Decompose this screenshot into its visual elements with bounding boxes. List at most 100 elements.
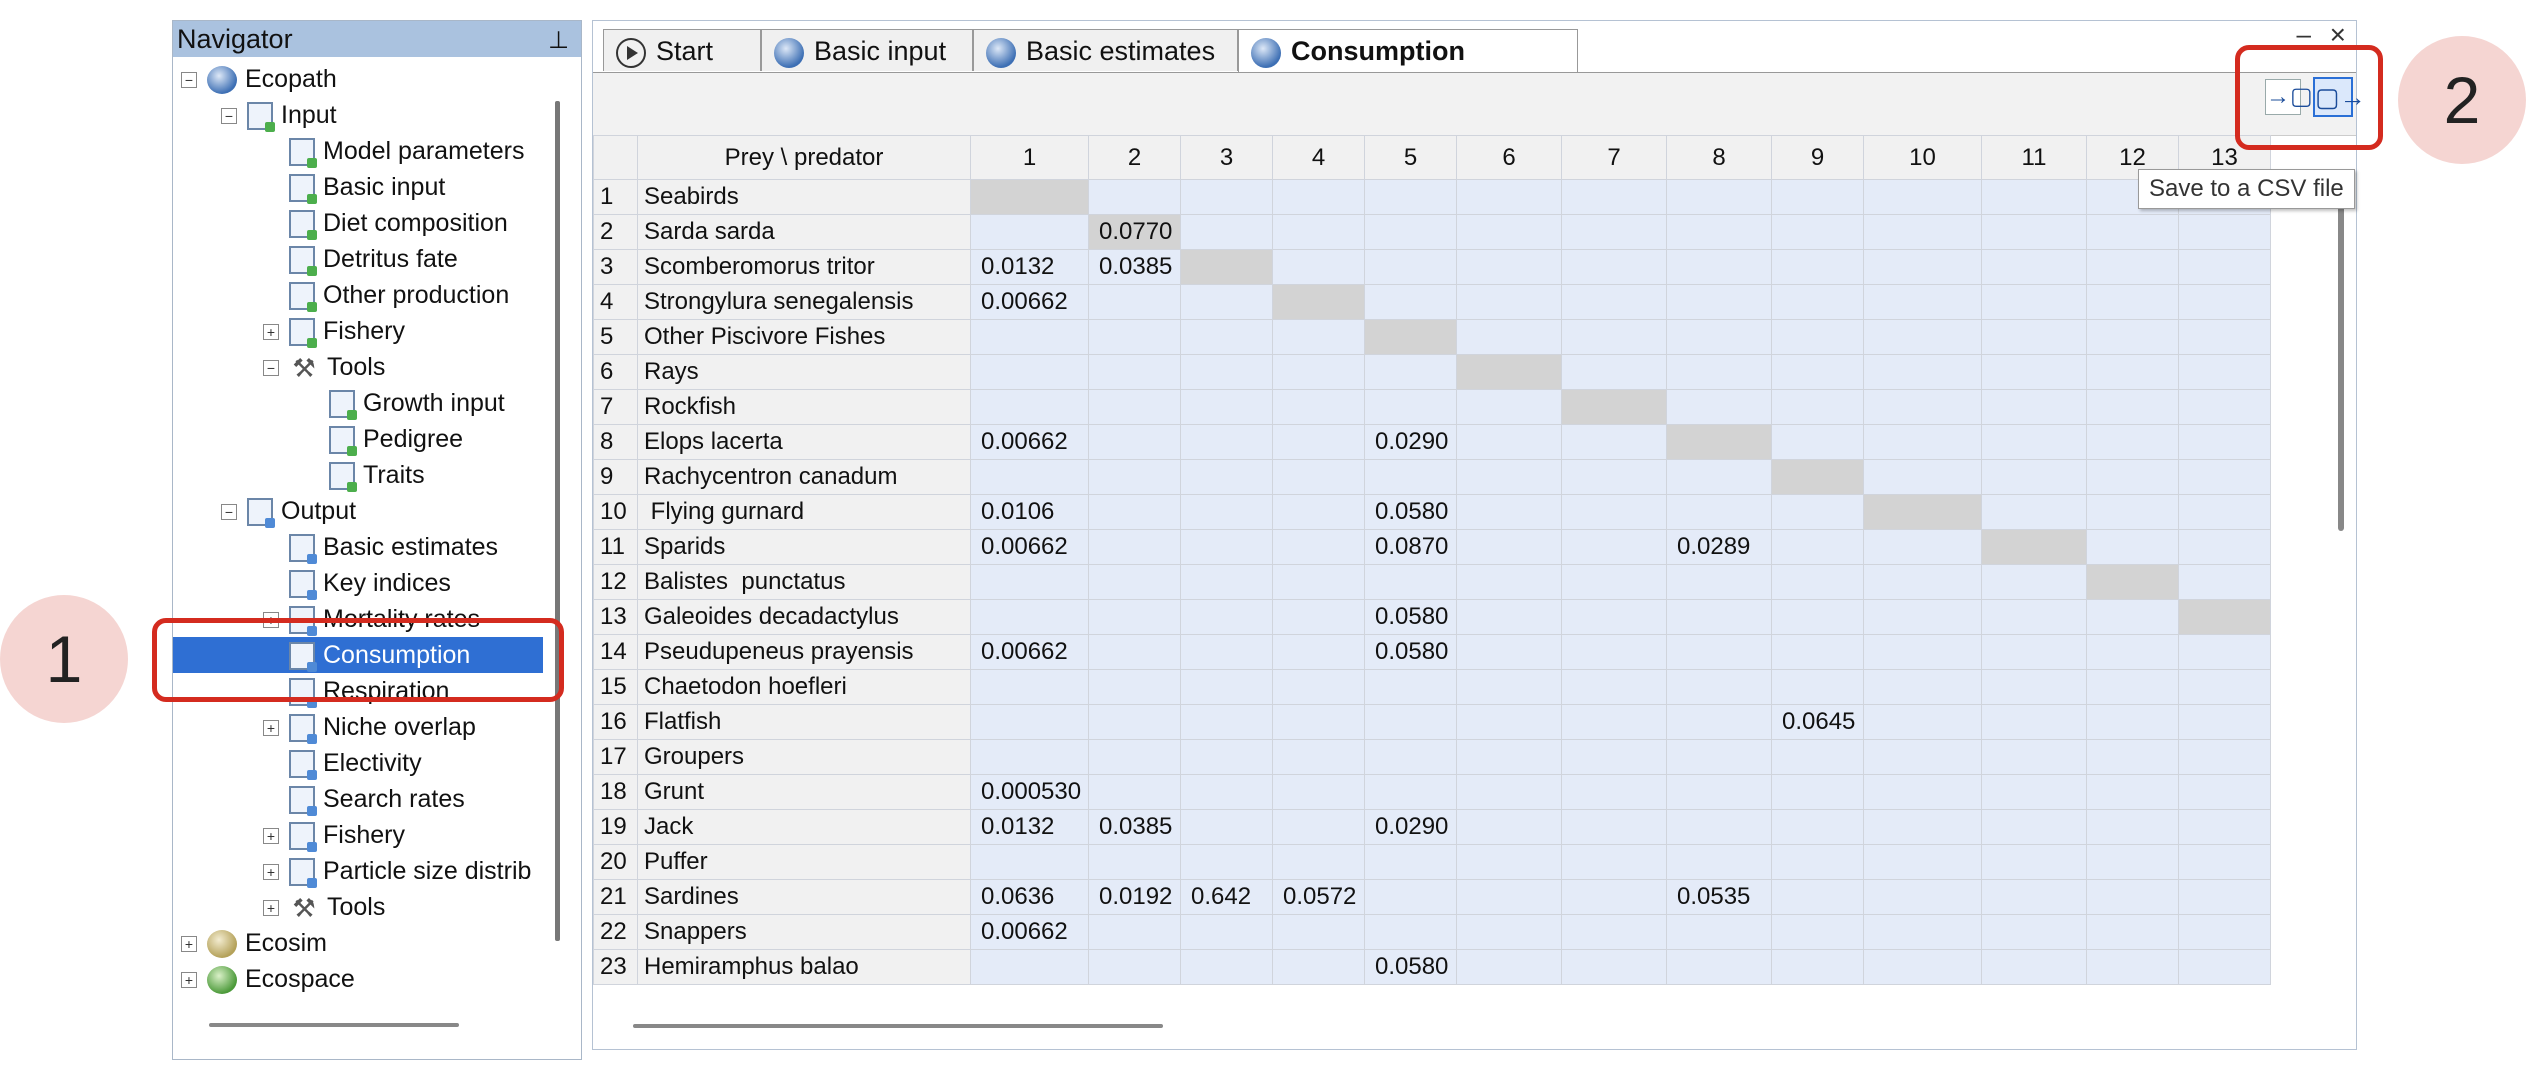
table-cell[interactable] [1981, 634, 2087, 670]
tree-item-key-indices[interactable]: Key indices [289, 565, 451, 601]
table-cell[interactable] [1666, 809, 1772, 845]
table-cell[interactable] [1456, 879, 1562, 915]
table-cell[interactable] [1364, 704, 1457, 740]
table-cell[interactable] [2178, 669, 2271, 705]
table-cell[interactable] [1666, 774, 1772, 810]
column-header[interactable]: 5 [1364, 135, 1457, 180]
table-cell[interactable] [1180, 634, 1273, 670]
table-cell[interactable] [1771, 179, 1864, 215]
table-cell[interactable] [1771, 599, 1864, 635]
table-cell[interactable] [1771, 914, 1864, 950]
table-cell[interactable] [2086, 704, 2179, 740]
column-header[interactable]: 11 [1981, 135, 2087, 180]
table-cell[interactable] [1272, 599, 1365, 635]
table-cell[interactable] [1666, 389, 1772, 425]
grid-vertical-scrollbar[interactable] [2338, 181, 2344, 531]
table-cell[interactable] [1863, 774, 1982, 810]
table-cell[interactable] [1272, 949, 1365, 985]
table-cell[interactable]: 0.0132 [970, 249, 1089, 285]
diagonal-cell[interactable]: 0.0770 [1088, 214, 1181, 250]
table-cell[interactable] [2178, 319, 2271, 355]
table-cell[interactable] [1771, 634, 1864, 670]
table-cell[interactable] [2086, 844, 2179, 880]
table-cell[interactable] [1561, 809, 1667, 845]
table-cell[interactable] [1771, 529, 1864, 565]
table-cell[interactable] [1863, 879, 1982, 915]
table-cell[interactable] [1088, 739, 1181, 775]
table-cell[interactable] [2178, 879, 2271, 915]
table-cell[interactable] [1456, 529, 1562, 565]
table-cell[interactable] [970, 739, 1089, 775]
table-cell[interactable] [1863, 284, 1982, 320]
table-cell[interactable] [1272, 774, 1365, 810]
table-cell[interactable]: 0.00662 [970, 529, 1089, 565]
table-cell[interactable] [1981, 844, 2087, 880]
tree-item-basic-input[interactable]: Basic input [289, 169, 445, 205]
table-cell[interactable] [1863, 914, 1982, 950]
tab-basic-input[interactable]: Basic input [761, 29, 973, 71]
table-cell[interactable] [970, 354, 1089, 390]
table-cell[interactable] [1272, 564, 1365, 600]
table-cell[interactable] [1863, 634, 1982, 670]
table-cell[interactable] [1180, 529, 1273, 565]
tree-item-basic-estimates[interactable]: Basic estimates [289, 529, 498, 565]
table-cell[interactable] [970, 459, 1089, 495]
table-cell[interactable] [1561, 739, 1667, 775]
table-cell[interactable] [1364, 844, 1457, 880]
table-cell[interactable] [1272, 669, 1365, 705]
table-cell[interactable] [1180, 949, 1273, 985]
expand-icon[interactable]: + [181, 972, 197, 989]
table-cell[interactable] [1088, 424, 1181, 460]
table-cell[interactable] [2178, 389, 2271, 425]
table-cell[interactable] [1272, 354, 1365, 390]
column-header[interactable]: 6 [1456, 135, 1562, 180]
table-cell[interactable] [1666, 704, 1772, 740]
table-cell[interactable] [2086, 634, 2179, 670]
table-cell[interactable] [1981, 354, 2087, 390]
table-cell[interactable] [1456, 739, 1562, 775]
table-cell[interactable] [1180, 424, 1273, 460]
table-cell[interactable] [1364, 179, 1457, 215]
table-cell[interactable] [1272, 844, 1365, 880]
table-cell[interactable] [1863, 424, 1982, 460]
table-cell[interactable] [1456, 809, 1562, 845]
tree-item-niche-overlap[interactable]: + Niche overlap [263, 709, 476, 745]
table-cell[interactable] [2178, 634, 2271, 670]
table-cell[interactable] [1666, 319, 1772, 355]
table-cell[interactable]: 0.00662 [970, 634, 1089, 670]
table-cell[interactable]: 0.0385 [1088, 809, 1181, 845]
diagonal-cell[interactable] [1180, 249, 1273, 285]
table-cell[interactable] [2178, 564, 2271, 600]
tab-start[interactable]: Start [603, 29, 761, 71]
tree-item-electivity[interactable]: Electivity [289, 745, 422, 781]
table-cell[interactable] [1981, 949, 2087, 985]
column-header[interactable]: 2 [1088, 135, 1181, 180]
table-cell[interactable] [1088, 704, 1181, 740]
table-cell[interactable] [970, 704, 1089, 740]
expand-icon[interactable]: + [181, 936, 197, 953]
table-cell[interactable] [1981, 494, 2087, 530]
table-cell[interactable] [1272, 319, 1365, 355]
table-cell[interactable] [1272, 704, 1365, 740]
tree-item-diet-composition[interactable]: Diet composition [289, 205, 508, 241]
collapse-icon[interactable]: − [263, 360, 279, 377]
table-cell[interactable] [2178, 774, 2271, 810]
diagonal-cell[interactable] [1456, 354, 1562, 390]
table-cell[interactable] [1180, 599, 1273, 635]
table-cell[interactable] [1180, 354, 1273, 390]
table-cell[interactable] [2086, 739, 2179, 775]
table-cell[interactable] [2178, 354, 2271, 390]
table-cell[interactable] [2086, 424, 2179, 460]
table-cell[interactable] [970, 599, 1089, 635]
table-cell[interactable] [1561, 599, 1667, 635]
table-cell[interactable] [1180, 739, 1273, 775]
table-cell[interactable] [1771, 389, 1864, 425]
table-cell[interactable] [1088, 774, 1181, 810]
table-cell[interactable] [1272, 809, 1365, 845]
table-cell[interactable] [1456, 214, 1562, 250]
table-cell[interactable] [2178, 809, 2271, 845]
table-cell[interactable] [2178, 914, 2271, 950]
table-cell[interactable] [1771, 284, 1864, 320]
table-cell[interactable] [2086, 529, 2179, 565]
table-cell[interactable] [1088, 179, 1181, 215]
